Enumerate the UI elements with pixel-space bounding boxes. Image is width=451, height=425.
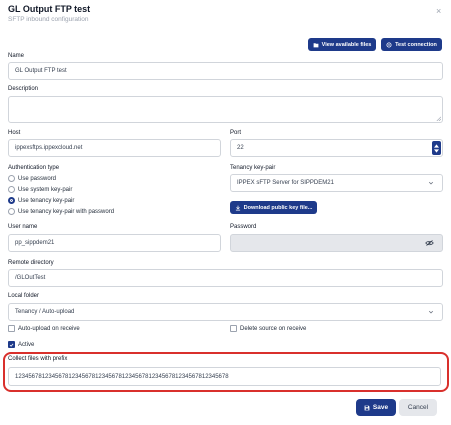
description-textarea[interactable] xyxy=(8,96,443,123)
radio-button-selected[interactable] xyxy=(8,197,15,204)
close-icon[interactable]: × xyxy=(436,7,441,16)
port-input[interactable]: 22 xyxy=(230,139,443,157)
host-value: ippexsftps.ippexcloud.net xyxy=(15,145,83,151)
checkmark-icon xyxy=(9,343,14,347)
radio-label: Use password xyxy=(18,175,57,182)
port-value: 22 xyxy=(237,145,244,151)
download-public-key-button[interactable]: Download public key file... xyxy=(230,201,317,214)
remote-directory-value: /GLOutTest xyxy=(15,275,46,281)
radio-use-password[interactable]: Use password xyxy=(8,175,56,182)
radio-button[interactable] xyxy=(8,186,15,193)
prefix-input[interactable]: 1234567812345678123456781234567812345678… xyxy=(8,367,441,386)
password-label: Password xyxy=(230,224,257,230)
dialog-title: GL Output FTP test xyxy=(8,4,91,14)
active-checkbox[interactable] xyxy=(8,341,15,348)
chevron-down-icon xyxy=(428,310,434,314)
username-label: User name xyxy=(8,224,38,230)
name-label: Name xyxy=(8,53,25,59)
prefix-value: 1234567812345678123456781234567812345678… xyxy=(15,373,229,380)
auto-upload-checkbox[interactable] xyxy=(8,325,15,332)
download-public-key-label: Download public key file... xyxy=(243,204,313,211)
test-connection-button[interactable]: Test connection xyxy=(381,38,442,51)
password-input[interactable] xyxy=(230,234,443,252)
radio-label: Use system key-pair xyxy=(18,186,73,193)
tenancy-keypair-value: IPPEX sFTP Server for SIPPDEM21 xyxy=(237,180,334,186)
view-available-files-button[interactable]: View available files xyxy=(308,38,376,51)
name-input[interactable]: GL Output FTP test xyxy=(8,62,443,80)
active-checkbox-row[interactable]: Active xyxy=(8,341,34,348)
eye-off-icon[interactable] xyxy=(425,240,434,247)
host-input[interactable]: ippexsftps.ippexcloud.net xyxy=(8,139,221,157)
save-label: Save xyxy=(372,404,389,411)
auto-upload-label: Auto-upload on receive xyxy=(18,325,80,332)
remote-directory-label: Remote directory xyxy=(8,260,54,266)
remote-directory-input[interactable]: /GLOutTest xyxy=(8,269,443,287)
folder-icon xyxy=(313,42,319,47)
radio-label: Use tenancy key-pair with password xyxy=(18,208,115,215)
port-label: Port xyxy=(230,130,242,136)
chevron-down-icon[interactable] xyxy=(434,148,439,153)
radio-use-tenancy-key-pair-with-password[interactable]: Use tenancy key-pair with password xyxy=(8,208,114,215)
radio-label: Use tenancy key-pair xyxy=(18,197,75,204)
host-label: Host xyxy=(8,130,21,136)
prefix-label: Collect files with prefix xyxy=(8,356,68,362)
save-button[interactable]: Save xyxy=(356,399,396,416)
auth-type-label: Authentication type xyxy=(8,165,60,171)
cancel-button[interactable]: Cancel xyxy=(399,399,437,416)
auto-upload-checkbox-row[interactable]: Auto-upload on receive xyxy=(8,325,80,332)
tenancy-keypair-label: Tenancy key-pair xyxy=(230,165,276,171)
resize-handle-icon[interactable] xyxy=(436,116,441,121)
delete-source-label: Delete source on receive xyxy=(240,325,307,332)
port-stepper[interactable] xyxy=(432,141,441,155)
radio-button[interactable] xyxy=(8,175,15,182)
radio-use-tenancy-key-pair[interactable]: Use tenancy key-pair xyxy=(8,197,74,204)
download-icon xyxy=(235,205,240,210)
test-connection-label: Test connection xyxy=(395,41,437,48)
tenancy-keypair-select[interactable]: IPPEX sFTP Server for SIPPDEM21 xyxy=(230,174,443,192)
delete-source-checkbox-row[interactable]: Delete source on receive xyxy=(230,325,306,332)
username-input[interactable]: pp_sippdem21 xyxy=(8,234,221,252)
username-value: pp_sippdem21 xyxy=(15,240,55,246)
local-folder-value: Tenancy / Auto-upload xyxy=(15,309,75,315)
description-label: Description xyxy=(8,86,39,92)
dialog-subtitle: SFTP inbound configuration xyxy=(8,16,89,23)
chevron-up-icon[interactable] xyxy=(434,143,439,148)
plug-icon xyxy=(386,42,392,47)
name-value: GL Output FTP test xyxy=(15,68,67,74)
delete-source-checkbox[interactable] xyxy=(230,325,237,332)
radio-button[interactable] xyxy=(8,208,15,215)
local-folder-select[interactable]: Tenancy / Auto-upload xyxy=(8,303,443,321)
save-icon xyxy=(364,405,370,410)
view-available-files-label: View available files xyxy=(321,41,372,48)
cancel-label: Cancel xyxy=(407,404,429,411)
chevron-down-icon xyxy=(428,181,434,185)
local-folder-label: Local folder xyxy=(8,293,40,299)
active-label: Active xyxy=(18,341,35,348)
radio-use-system-key-pair[interactable]: Use system key-pair xyxy=(8,186,72,193)
